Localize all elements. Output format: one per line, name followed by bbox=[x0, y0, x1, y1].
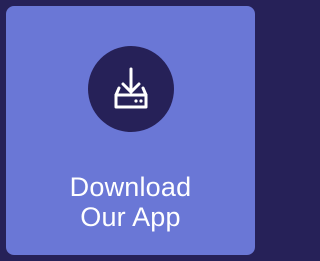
download-app-label: Download Our App bbox=[6, 172, 255, 232]
download-app-icon bbox=[88, 46, 174, 132]
label-line-2: Our App bbox=[80, 202, 181, 232]
label-line-1: Download bbox=[69, 172, 192, 202]
download-app-card[interactable]: Download Our App bbox=[6, 6, 255, 255]
